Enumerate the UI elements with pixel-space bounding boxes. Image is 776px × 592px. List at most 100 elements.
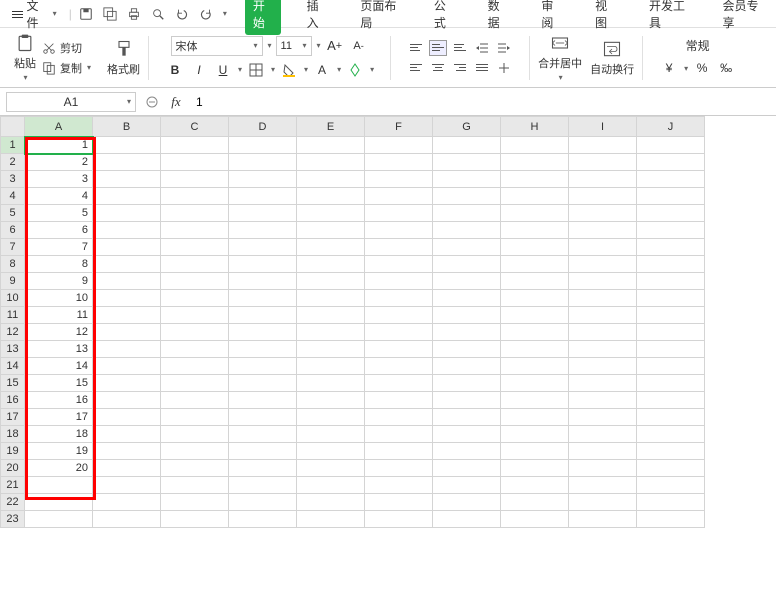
cell-D18[interactable] xyxy=(229,426,297,443)
cell-C21[interactable] xyxy=(161,477,229,494)
cell-H14[interactable] xyxy=(501,358,569,375)
cell-H1[interactable] xyxy=(501,137,569,154)
cell-A22[interactable] xyxy=(25,494,93,511)
auto-wrap-button[interactable]: 自动换行 xyxy=(590,39,634,77)
cell-D22[interactable] xyxy=(229,494,297,511)
cell-D8[interactable] xyxy=(229,256,297,273)
row-header-12[interactable]: 12 xyxy=(1,324,25,341)
cell-F16[interactable] xyxy=(365,392,433,409)
row-header-17[interactable]: 17 xyxy=(1,409,25,426)
tab-7[interactable]: 开发工具 xyxy=(641,0,697,35)
cell-I11[interactable] xyxy=(569,307,637,324)
tab-4[interactable]: 数据 xyxy=(480,0,516,35)
cell-I21[interactable] xyxy=(569,477,637,494)
cell-B19[interactable] xyxy=(93,443,161,460)
cell-E15[interactable] xyxy=(297,375,365,392)
cell-F2[interactable] xyxy=(365,154,433,171)
cell-D6[interactable] xyxy=(229,222,297,239)
cell-J7[interactable] xyxy=(637,239,705,256)
cell-A17[interactable]: 17 xyxy=(25,409,93,426)
cell-D20[interactable] xyxy=(229,460,297,477)
save-as-icon[interactable] xyxy=(102,6,118,22)
row-header-7[interactable]: 7 xyxy=(1,239,25,256)
cell-G3[interactable] xyxy=(433,171,501,188)
cell-H7[interactable] xyxy=(501,239,569,256)
cell-A9[interactable]: 9 xyxy=(25,273,93,290)
cell-A23[interactable] xyxy=(25,511,93,528)
cell-D1[interactable] xyxy=(229,137,297,154)
cell-E2[interactable] xyxy=(297,154,365,171)
copy-button[interactable]: 复制▾ xyxy=(42,60,91,76)
merge-center-button[interactable]: 合并居中▾ xyxy=(538,33,582,82)
currency-button[interactable]: ¥ xyxy=(659,58,679,78)
cell-H11[interactable] xyxy=(501,307,569,324)
cell-H2[interactable] xyxy=(501,154,569,171)
cell-E17[interactable] xyxy=(297,409,365,426)
cell-F10[interactable] xyxy=(365,290,433,307)
cell-B18[interactable] xyxy=(93,426,161,443)
cell-D7[interactable] xyxy=(229,239,297,256)
justify-button[interactable] xyxy=(473,60,491,76)
row-header-23[interactable]: 23 xyxy=(1,511,25,528)
cell-H19[interactable] xyxy=(501,443,569,460)
file-menu[interactable]: 文件 ▾ xyxy=(6,0,63,33)
cell-E21[interactable] xyxy=(297,477,365,494)
cell-A11[interactable]: 11 xyxy=(25,307,93,324)
cell-B12[interactable] xyxy=(93,324,161,341)
chevron-down-icon[interactable]: ▾ xyxy=(223,9,227,18)
formula-input[interactable] xyxy=(192,92,770,112)
cell-F13[interactable] xyxy=(365,341,433,358)
cell-F5[interactable] xyxy=(365,205,433,222)
print-icon[interactable] xyxy=(126,6,142,22)
cell-B8[interactable] xyxy=(93,256,161,273)
cell-E13[interactable] xyxy=(297,341,365,358)
cell-D21[interactable] xyxy=(229,477,297,494)
cell-C13[interactable] xyxy=(161,341,229,358)
cell-J13[interactable] xyxy=(637,341,705,358)
cell-E16[interactable] xyxy=(297,392,365,409)
font-name-select[interactable]: 宋体▾ xyxy=(171,36,263,56)
cell-J8[interactable] xyxy=(637,256,705,273)
cell-E12[interactable] xyxy=(297,324,365,341)
cell-E1[interactable] xyxy=(297,137,365,154)
cell-C15[interactable] xyxy=(161,375,229,392)
cell-B23[interactable] xyxy=(93,511,161,528)
row-header-20[interactable]: 20 xyxy=(1,460,25,477)
cell-I8[interactable] xyxy=(569,256,637,273)
increase-font-icon[interactable]: A+ xyxy=(325,36,345,56)
fill-color-button[interactable] xyxy=(279,60,299,80)
cell-C18[interactable] xyxy=(161,426,229,443)
cell-F11[interactable] xyxy=(365,307,433,324)
cell-B1[interactable] xyxy=(93,137,161,154)
cell-F20[interactable] xyxy=(365,460,433,477)
row-header-3[interactable]: 3 xyxy=(1,171,25,188)
cell-J5[interactable] xyxy=(637,205,705,222)
cell-H3[interactable] xyxy=(501,171,569,188)
increase-indent-button[interactable] xyxy=(495,40,513,56)
cell-F21[interactable] xyxy=(365,477,433,494)
cell-G15[interactable] xyxy=(433,375,501,392)
cell-A8[interactable]: 8 xyxy=(25,256,93,273)
cell-G16[interactable] xyxy=(433,392,501,409)
cell-C12[interactable] xyxy=(161,324,229,341)
cell-A6[interactable]: 6 xyxy=(25,222,93,239)
cell-G10[interactable] xyxy=(433,290,501,307)
cell-I22[interactable] xyxy=(569,494,637,511)
cell-I7[interactable] xyxy=(569,239,637,256)
cell-E3[interactable] xyxy=(297,171,365,188)
align-right-button[interactable] xyxy=(451,60,469,76)
cell-G13[interactable] xyxy=(433,341,501,358)
cell-B4[interactable] xyxy=(93,188,161,205)
cell-H16[interactable] xyxy=(501,392,569,409)
tab-6[interactable]: 视图 xyxy=(587,0,623,35)
align-top-button[interactable] xyxy=(407,40,425,56)
cell-A1[interactable]: 1 xyxy=(25,137,93,154)
cell-C10[interactable] xyxy=(161,290,229,307)
tab-2[interactable]: 页面布局 xyxy=(352,0,408,35)
cell-C23[interactable] xyxy=(161,511,229,528)
cell-J11[interactable] xyxy=(637,307,705,324)
cell-F8[interactable] xyxy=(365,256,433,273)
cell-F18[interactable] xyxy=(365,426,433,443)
cell-D11[interactable] xyxy=(229,307,297,324)
cell-H15[interactable] xyxy=(501,375,569,392)
